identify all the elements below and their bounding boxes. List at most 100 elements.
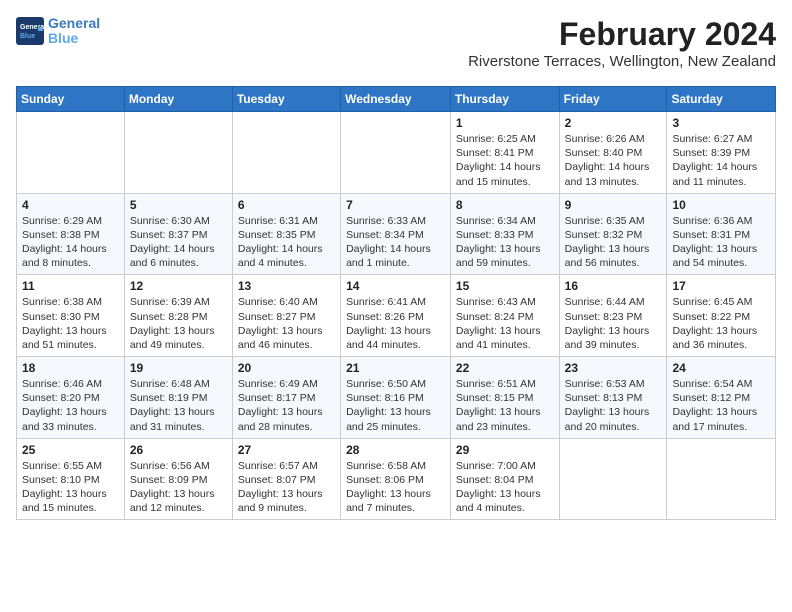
day-number: 26	[130, 443, 227, 457]
calendar-cell: 28Sunrise: 6:58 AM Sunset: 8:06 PM Dayli…	[341, 438, 451, 520]
page-title: February 2024	[468, 16, 776, 53]
day-info: Sunrise: 6:40 AM Sunset: 8:27 PM Dayligh…	[238, 295, 335, 352]
calendar-cell: 25 Sunrise: 6:55 AM Sunset: 8:10 PM Dayli…	[17, 438, 125, 520]
day-number: 18	[22, 361, 119, 375]
calendar-cell	[341, 112, 451, 194]
day-info: Sunrise: 6:31 AM Sunset: 8:35 PM Dayligh…	[238, 214, 335, 271]
calendar-cell: 13 Sunrise: 6:40 AM Sunset: 8:27 PM Dayli…	[232, 275, 340, 357]
calendar-cell: 27 Sunrise: 6:57 AM Sunset: 8:07 PM Dayli…	[232, 438, 340, 520]
day-number: 20	[238, 361, 335, 375]
calendar-header-wednesday: Wednesday	[341, 87, 451, 112]
day-number: 16	[565, 279, 662, 293]
calendar-table: SundayMondayTuesdayWednesdayThursdayFrid…	[16, 86, 776, 520]
day-info: Sunrise: 6:44 AM Sunset: 8:23 PM Dayligh…	[565, 295, 662, 352]
calendar-cell: 20 Sunrise: 6:49 AM Sunset: 8:17 PM Dayli…	[232, 357, 340, 439]
calendar-cell: 12Sunrise: 6:39 AM Sunset: 8:28 PM Dayli…	[124, 275, 232, 357]
logo-icon: General Blue	[16, 17, 44, 45]
day-number: 23	[565, 361, 662, 375]
day-info: Sunrise: 6:41 AM Sunset: 8:26 PM Dayligh…	[346, 295, 445, 352]
day-number: 28	[346, 443, 445, 457]
calendar-cell	[559, 438, 667, 520]
day-number: 7	[346, 198, 445, 212]
day-info: Sunrise: 6:36 AM Sunset: 8:31 PM Dayligh…	[672, 214, 770, 271]
day-number: 13	[238, 279, 335, 293]
calendar-cell: 5 Sunrise: 6:30 AM Sunset: 8:37 PM Daylig…	[124, 193, 232, 275]
day-number: 25	[22, 443, 119, 457]
calendar-header-friday: Friday	[559, 87, 667, 112]
day-info: Sunrise: 6:55 AM Sunset: 8:10 PM Dayligh…	[22, 459, 119, 516]
calendar-cell: 29 Sunrise: 7:00 AM Sunset: 8:04 PM Dayli…	[450, 438, 559, 520]
day-info: Sunrise: 6:35 AM Sunset: 8:32 PM Dayligh…	[565, 214, 662, 271]
calendar-cell: 1 Sunrise: 6:25 AM Sunset: 8:41 PM Daylig…	[450, 112, 559, 194]
calendar-cell: 10 Sunrise: 6:36 AM Sunset: 8:31 PM Dayli…	[667, 193, 776, 275]
day-number: 6	[238, 198, 335, 212]
day-info: Sunrise: 6:48 AM Sunset: 8:19 PM Dayligh…	[130, 377, 227, 434]
day-number: 24	[672, 361, 770, 375]
day-number: 21	[346, 361, 445, 375]
day-info: Sunrise: 6:33 AM Sunset: 8:34 PM Dayligh…	[346, 214, 445, 271]
calendar-header-sunday: Sunday	[17, 87, 125, 112]
calendar-cell: 2 Sunrise: 6:26 AM Sunset: 8:40 PM Daylig…	[559, 112, 667, 194]
day-number: 14	[346, 279, 445, 293]
day-info: Sunrise: 6:43 AM Sunset: 8:24 PM Dayligh…	[456, 295, 554, 352]
calendar-header-monday: Monday	[124, 87, 232, 112]
calendar-cell: 21 Sunrise: 6:50 AM Sunset: 8:16 PM Dayli…	[341, 357, 451, 439]
day-info: Sunrise: 6:51 AM Sunset: 8:15 PM Dayligh…	[456, 377, 554, 434]
day-number: 4	[22, 198, 119, 212]
day-number: 17	[672, 279, 770, 293]
day-info: Sunrise: 6:53 AM Sunset: 8:13 PM Dayligh…	[565, 377, 662, 434]
calendar-cell: 16 Sunrise: 6:44 AM Sunset: 8:23 PM Dayli…	[559, 275, 667, 357]
calendar-cell: 26 Sunrise: 6:56 AM Sunset: 8:09 PM Dayli…	[124, 438, 232, 520]
calendar-cell: 19Sunrise: 6:48 AM Sunset: 8:19 PM Dayli…	[124, 357, 232, 439]
calendar-cell	[124, 112, 232, 194]
day-info: Sunrise: 6:27 AM Sunset: 8:39 PM Dayligh…	[672, 132, 770, 189]
day-number: 3	[672, 116, 770, 130]
day-info: Sunrise: 6:56 AM Sunset: 8:09 PM Dayligh…	[130, 459, 227, 516]
day-number: 1	[456, 116, 554, 130]
day-number: 2	[565, 116, 662, 130]
calendar-cell: 22Sunrise: 6:51 AM Sunset: 8:15 PM Dayli…	[450, 357, 559, 439]
calendar-cell: 24 Sunrise: 6:54 AM Sunset: 8:12 PM Dayli…	[667, 357, 776, 439]
calendar-cell: 11 Sunrise: 6:38 AM Sunset: 8:30 PM Dayli…	[17, 275, 125, 357]
day-info: Sunrise: 6:49 AM Sunset: 8:17 PM Dayligh…	[238, 377, 335, 434]
day-info: Sunrise: 6:50 AM Sunset: 8:16 PM Dayligh…	[346, 377, 445, 434]
day-number: 10	[672, 198, 770, 212]
day-info: Sunrise: 6:57 AM Sunset: 8:07 PM Dayligh…	[238, 459, 335, 516]
day-number: 27	[238, 443, 335, 457]
day-number: 29	[456, 443, 554, 457]
calendar-cell: 3 Sunrise: 6:27 AM Sunset: 8:39 PM Daylig…	[667, 112, 776, 194]
day-info: Sunrise: 6:30 AM Sunset: 8:37 PM Dayligh…	[130, 214, 227, 271]
day-info: Sunrise: 7:00 AM Sunset: 8:04 PM Dayligh…	[456, 459, 554, 516]
day-number: 15	[456, 279, 554, 293]
logo: General Blue General Blue	[16, 16, 100, 47]
day-info: Sunrise: 6:45 AM Sunset: 8:22 PM Dayligh…	[672, 295, 770, 352]
day-info: Sunrise: 6:29 AM Sunset: 8:38 PM Dayligh…	[22, 214, 119, 271]
calendar-cell: 7 Sunrise: 6:33 AM Sunset: 8:34 PM Daylig…	[341, 193, 451, 275]
day-number: 8	[456, 198, 554, 212]
calendar-cell	[667, 438, 776, 520]
calendar-cell: 15 Sunrise: 6:43 AM Sunset: 8:24 PM Dayli…	[450, 275, 559, 357]
calendar-cell: 18 Sunrise: 6:46 AM Sunset: 8:20 PM Dayli…	[17, 357, 125, 439]
calendar-header-tuesday: Tuesday	[232, 87, 340, 112]
page-subtitle: Riverstone Terraces, Wellington, New Zea…	[468, 53, 776, 70]
day-number: 5	[130, 198, 227, 212]
calendar-cell: 9 Sunrise: 6:35 AM Sunset: 8:32 PM Daylig…	[559, 193, 667, 275]
calendar-cell: 4 Sunrise: 6:29 AM Sunset: 8:38 PM Daylig…	[17, 193, 125, 275]
day-info: Sunrise: 6:54 AM Sunset: 8:12 PM Dayligh…	[672, 377, 770, 434]
calendar-cell: 14 Sunrise: 6:41 AM Sunset: 8:26 PM Dayli…	[341, 275, 451, 357]
day-info: Sunrise: 6:26 AM Sunset: 8:40 PM Dayligh…	[565, 132, 662, 189]
day-info: Sunrise: 6:38 AM Sunset: 8:30 PM Dayligh…	[22, 295, 119, 352]
calendar-cell: 23 Sunrise: 6:53 AM Sunset: 8:13 PM Dayli…	[559, 357, 667, 439]
day-info: Sunrise: 6:46 AM Sunset: 8:20 PM Dayligh…	[22, 377, 119, 434]
calendar-cell: 8 Sunrise: 6:34 AM Sunset: 8:33 PM Daylig…	[450, 193, 559, 275]
calendar-header-saturday: Saturday	[667, 87, 776, 112]
svg-text:Blue: Blue	[20, 33, 35, 40]
day-number: 12	[130, 279, 227, 293]
calendar-cell	[17, 112, 125, 194]
day-number: 11	[22, 279, 119, 293]
calendar-cell: 17 Sunrise: 6:45 AM Sunset: 8:22 PM Dayli…	[667, 275, 776, 357]
day-info: Sunrise: 6:25 AM Sunset: 8:41 PM Dayligh…	[456, 132, 554, 189]
day-number: 9	[565, 198, 662, 212]
calendar-cell	[232, 112, 340, 194]
day-info: Sunrise: 6:34 AM Sunset: 8:33 PM Dayligh…	[456, 214, 554, 271]
